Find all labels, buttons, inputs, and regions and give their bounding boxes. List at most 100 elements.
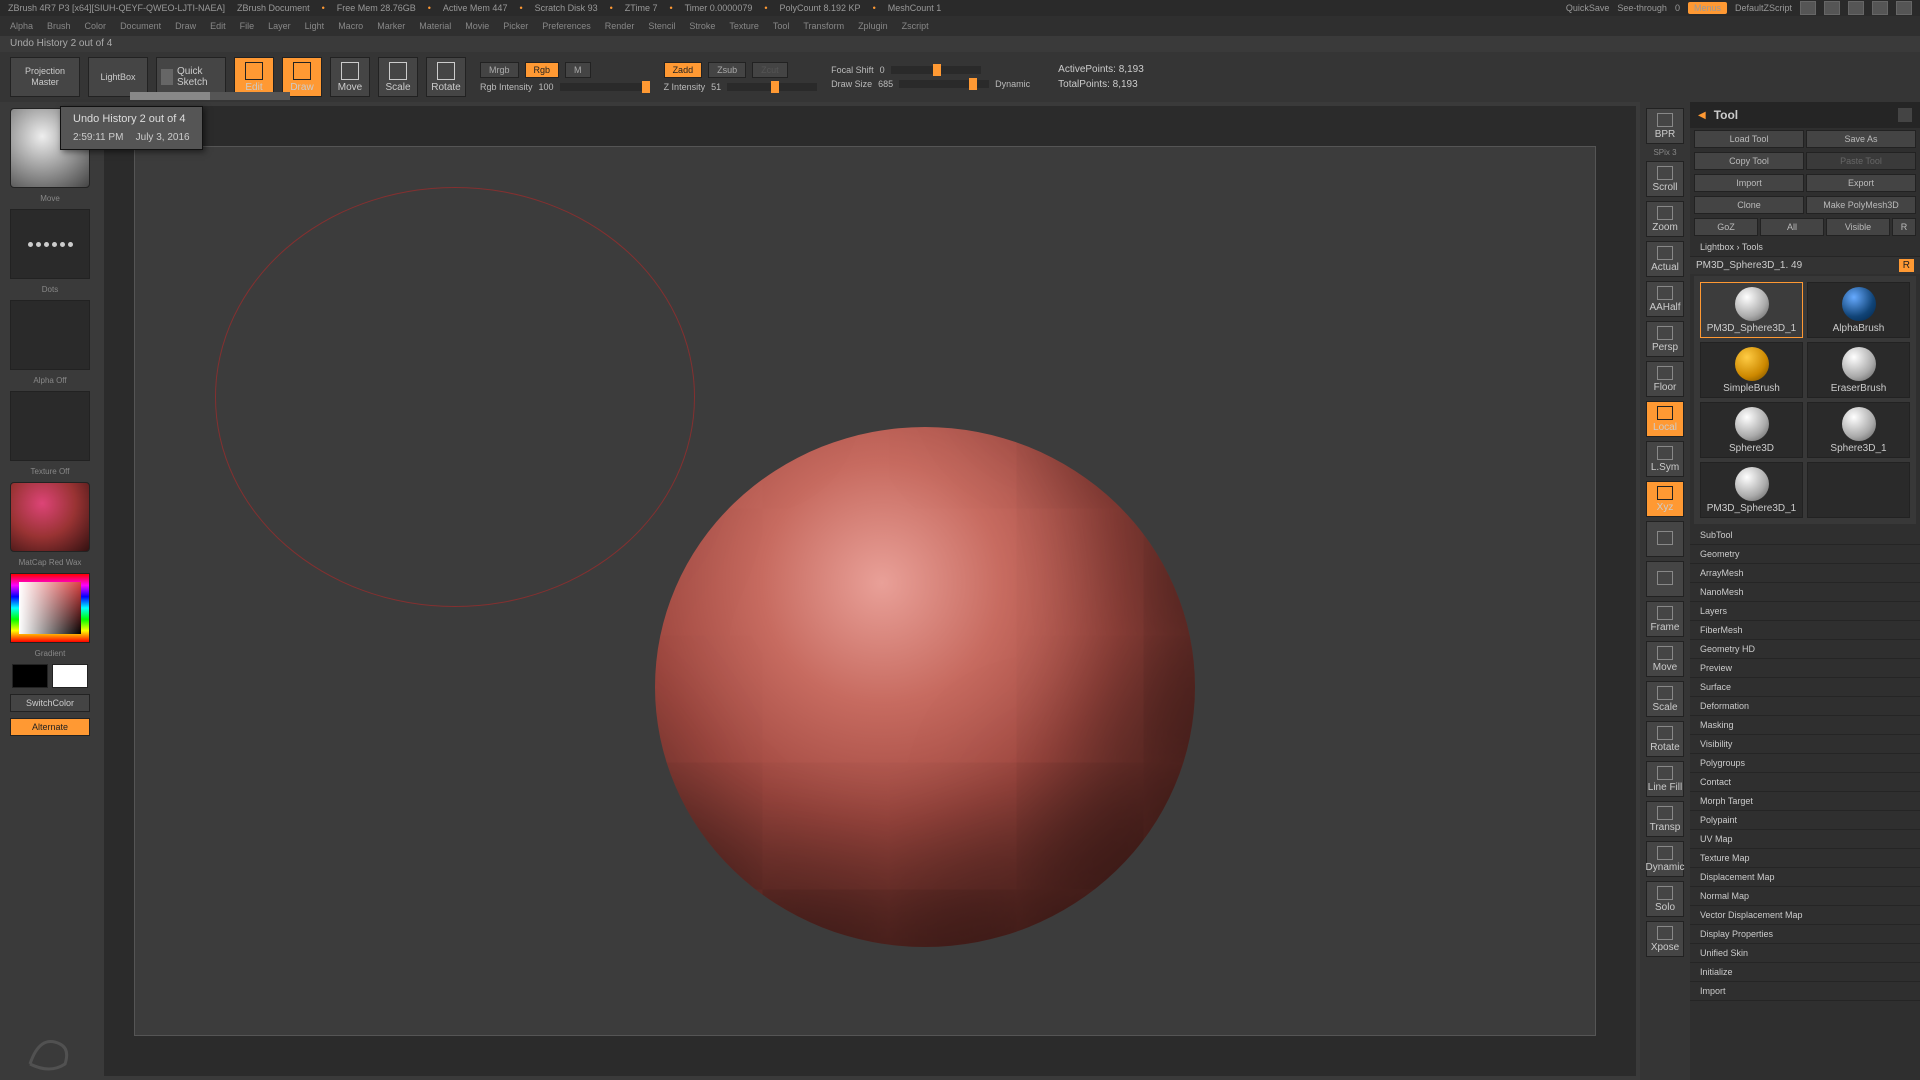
switchcolor-button[interactable]: SwitchColor <box>10 694 90 712</box>
section-fibermesh[interactable]: FiberMesh <box>1690 621 1920 640</box>
paste-tool-button[interactable]: Paste Tool <box>1806 152 1916 170</box>
m-button[interactable]: M <box>565 62 591 78</box>
clone-button[interactable]: Clone <box>1694 196 1804 214</box>
stroke-preview[interactable] <box>10 209 90 279</box>
z-intensity-value[interactable]: 51 <box>711 82 721 92</box>
current-tool-name[interactable]: PM3D_Sphere3D_1. 49 <box>1696 260 1893 271</box>
scale-mode-button[interactable]: Scale <box>378 57 418 97</box>
L.Sym-button[interactable]: L.Sym <box>1646 441 1684 477</box>
menu-draw[interactable]: Draw <box>175 21 196 31</box>
z-intensity-slider[interactable] <box>727 83 817 91</box>
section-preview[interactable]: Preview <box>1690 659 1920 678</box>
rgb-intensity-slider[interactable] <box>560 83 650 91</box>
focal-shift-slider[interactable] <box>891 66 981 74</box>
section-import[interactable]: Import <box>1690 982 1920 1001</box>
section-subtool[interactable]: SubTool <box>1690 526 1920 545</box>
section-uv-map[interactable]: UV Map <box>1690 830 1920 849</box>
menu-tool[interactable]: Tool <box>773 21 790 31</box>
zcut-button[interactable]: Zcut <box>752 62 788 78</box>
focal-shift-value[interactable]: 0 <box>880 65 885 75</box>
menu-macro[interactable]: Macro <box>338 21 363 31</box>
goz-button[interactable]: GoZ <box>1694 218 1758 236</box>
alpha-preview[interactable] <box>10 300 90 370</box>
secondary-color-swatch[interactable] <box>12 664 48 688</box>
section-displacement-map[interactable]: Displacement Map <box>1690 868 1920 887</box>
section-display-properties[interactable]: Display Properties <box>1690 925 1920 944</box>
dynamic-toggle[interactable]: Dynamic <box>995 79 1030 89</box>
section-visibility[interactable]: Visibility <box>1690 735 1920 754</box>
rgb-button[interactable]: Rgb <box>525 62 560 78</box>
menu-stroke[interactable]: Stroke <box>689 21 715 31</box>
sphere-mesh[interactable] <box>655 427 1195 947</box>
section-nanomesh[interactable]: NanoMesh <box>1690 583 1920 602</box>
Frame-button[interactable]: Frame <box>1646 601 1684 637</box>
move-mode-button[interactable]: Move <box>330 57 370 97</box>
tool-item[interactable]: Sphere3D_1 <box>1807 402 1910 458</box>
rgb-intensity-value[interactable]: 100 <box>539 82 554 92</box>
projection-master-button[interactable]: Projection Master <box>10 57 80 97</box>
Rotate-button[interactable]: Rotate <box>1646 721 1684 757</box>
primary-color-swatch[interactable] <box>52 664 88 688</box>
load-tool-button[interactable]: Load Tool <box>1694 130 1804 148</box>
section-layers[interactable]: Layers <box>1690 602 1920 621</box>
draw-size-slider[interactable] <box>899 80 989 88</box>
section-surface[interactable]: Surface <box>1690 678 1920 697</box>
export-button[interactable]: Export <box>1806 174 1916 192</box>
alternate-button[interactable]: Alternate <box>10 718 90 736</box>
mrgb-button[interactable]: Mrgb <box>480 62 519 78</box>
zadd-button[interactable]: Zadd <box>664 62 703 78</box>
seethrough-value[interactable]: 0 <box>1675 3 1680 13</box>
menu-light[interactable]: Light <box>305 21 325 31</box>
Xyz-button[interactable]: Xyz <box>1646 481 1684 517</box>
Dynamic-button[interactable]: Dynamic <box>1646 841 1684 877</box>
tool-item[interactable]: EraserBrush <box>1807 342 1910 398</box>
undo-history-timeline[interactable] <box>130 92 290 100</box>
section-polypaint[interactable]: Polypaint <box>1690 811 1920 830</box>
section-arraymesh[interactable]: ArrayMesh <box>1690 564 1920 583</box>
menu-render[interactable]: Render <box>605 21 635 31</box>
collapse-arrow-icon[interactable]: ◀ <box>1698 110 1706 121</box>
tool-item[interactable]: PM3D_Sphere3D_1 <box>1700 462 1803 518</box>
current-tool-r[interactable]: R <box>1899 259 1914 272</box>
menu-material[interactable]: Material <box>419 21 451 31</box>
menu-document[interactable]: Document <box>120 21 161 31</box>
draw-size-value[interactable]: 685 <box>878 79 893 89</box>
close-icon[interactable] <box>1896 1 1912 15</box>
menu-alpha[interactable]: Alpha <box>10 21 33 31</box>
quick-sketch-button[interactable]: Quick Sketch <box>156 57 226 97</box>
window-icon[interactable] <box>1824 1 1840 15</box>
menu-zplugin[interactable]: Zplugin <box>858 21 888 31</box>
gradient-label[interactable]: Gradient <box>35 649 66 658</box>
menu-movie[interactable]: Movie <box>465 21 489 31</box>
quicksave-button[interactable]: QuickSave <box>1566 3 1610 13</box>
goz-visible-button[interactable]: Visible <box>1826 218 1890 236</box>
document-area[interactable] <box>134 146 1596 1036</box>
section-masking[interactable]: Masking <box>1690 716 1920 735</box>
Persp-button[interactable]: Persp <box>1646 321 1684 357</box>
section-geometry-hd[interactable]: Geometry HD <box>1690 640 1920 659</box>
tool-item[interactable]: AlphaBrush <box>1807 282 1910 338</box>
menu-preferences[interactable]: Preferences <box>542 21 591 31</box>
menus-button[interactable]: Menus <box>1688 2 1727 14</box>
menu-file[interactable]: File <box>240 21 255 31</box>
tool-item[interactable]: PM3D_Sphere3D_1 <box>1700 282 1803 338</box>
menu-transform[interactable]: Transform <box>803 21 844 31</box>
minimize-icon[interactable] <box>1848 1 1864 15</box>
goz-r-button[interactable]: R <box>1892 218 1916 236</box>
goz-all-button[interactable]: All <box>1760 218 1824 236</box>
tool-item[interactable]: Sphere3D <box>1700 402 1803 458</box>
save-as-button[interactable]: Save As <box>1806 130 1916 148</box>
default-script[interactable]: DefaultZScript <box>1735 3 1792 13</box>
section-normal-map[interactable]: Normal Map <box>1690 887 1920 906</box>
section-morph-target[interactable]: Morph Target <box>1690 792 1920 811</box>
edit-mode-button[interactable]: Edit <box>234 57 274 97</box>
menu-layer[interactable]: Layer <box>268 21 291 31</box>
shelf-button[interactable] <box>1646 521 1684 557</box>
menu-picker[interactable]: Picker <box>503 21 528 31</box>
Zoom-button[interactable]: Zoom <box>1646 201 1684 237</box>
Solo-button[interactable]: Solo <box>1646 881 1684 917</box>
AAHalf-button[interactable]: AAHalf <box>1646 281 1684 317</box>
import-button[interactable]: Import <box>1694 174 1804 192</box>
spix-label[interactable]: SPix 3 <box>1653 148 1676 157</box>
Local-button[interactable]: Local <box>1646 401 1684 437</box>
